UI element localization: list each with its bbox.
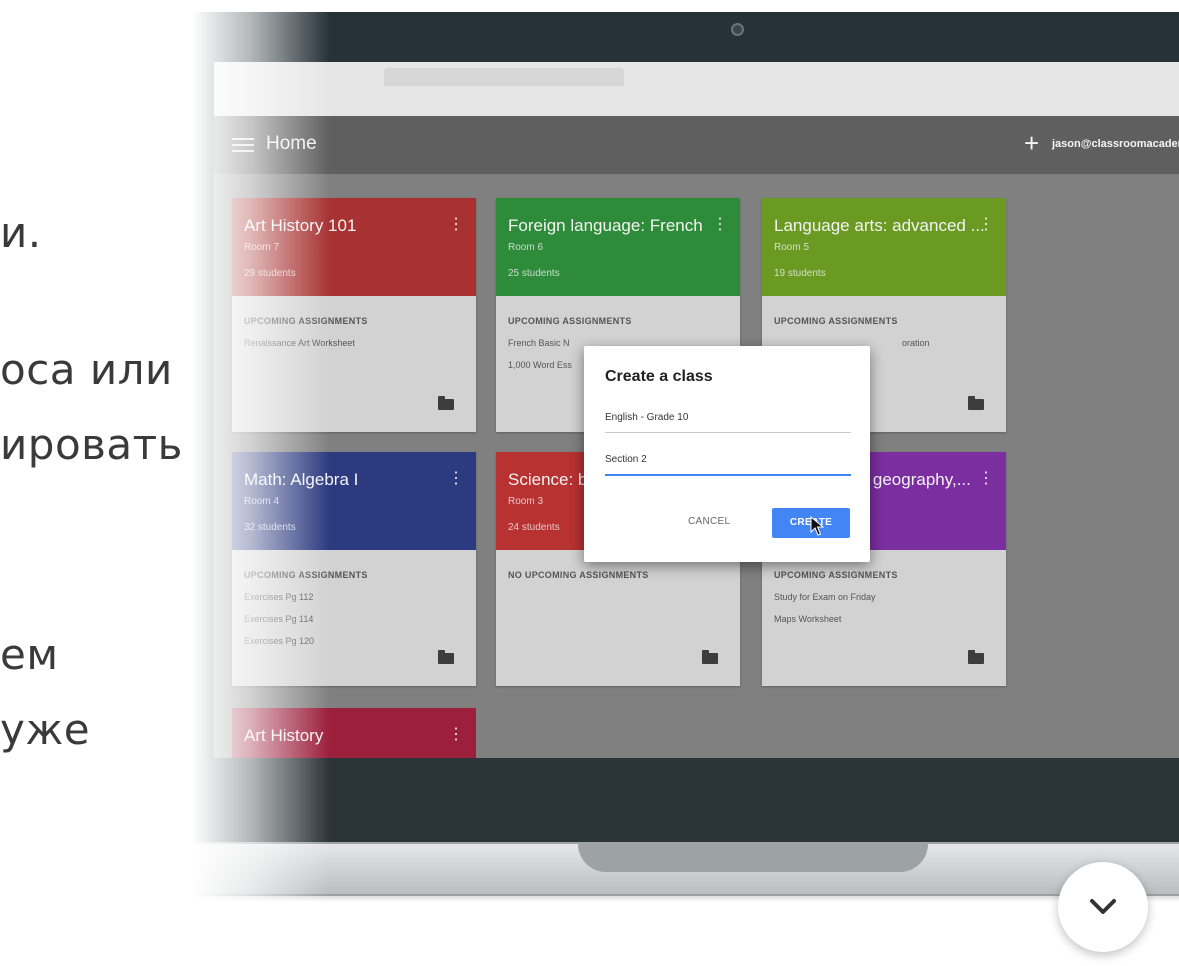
laptop-bezel (176, 758, 1179, 842)
menu-icon[interactable] (232, 138, 254, 152)
folder-icon[interactable] (968, 396, 984, 410)
card-section-head: UPCOMING ASSIGNMENTS (774, 570, 898, 580)
assignment-item[interactable]: French Basic N (508, 338, 570, 348)
card-section-head: UPCOMING ASSIGNMENTS (244, 570, 368, 580)
section-value: Section 2 (605, 454, 647, 465)
laptop-notch (578, 844, 928, 872)
assignment-item[interactable]: Maps Worksheet (774, 614, 841, 624)
card-room: Room 4 (244, 496, 280, 507)
promo-text-line: ем (0, 630, 59, 679)
laptop-shadow (40, 894, 1179, 902)
card-room: Room 7 (244, 242, 280, 253)
promo-text-line: и. (0, 208, 42, 257)
account-email[interactable]: jason@classroomacadem (1052, 138, 1179, 150)
card-room: Room 3 (508, 496, 544, 507)
card-section-head: UPCOMING ASSIGNMENTS (508, 316, 632, 326)
card-students: 29 students (244, 268, 296, 279)
card-header: Math: Algebra I Room 4 32 students ⋮ (232, 452, 476, 550)
assignment-item[interactable]: Exercises Pg 120 (244, 636, 314, 646)
assignment-item[interactable]: Exercises Pg 112 (244, 592, 313, 602)
card-room: Room 6 (508, 242, 544, 253)
more-vert-icon[interactable]: ⋮ (448, 214, 464, 234)
folder-icon[interactable] (438, 650, 454, 664)
cancel-button[interactable]: CANCEL (688, 516, 730, 527)
browser-chrome (214, 62, 1179, 117)
browser-tab[interactable] (384, 68, 624, 86)
card-title[interactable]: n: geography,... (854, 470, 1064, 490)
card-title[interactable]: Art History 101 (244, 216, 454, 236)
plus-icon[interactable]: + (1024, 128, 1039, 159)
scroll-down-button[interactable] (1058, 862, 1148, 952)
app-bar: Home + jason@classroomacadem (214, 116, 1179, 174)
create-class-dialog: Create a class English - Grade 10 Sectio… (584, 346, 870, 562)
promo-text-line: ировать (0, 420, 183, 469)
assignment-item[interactable]: oration (902, 338, 930, 348)
camera-icon (731, 23, 744, 36)
section-field[interactable]: Section 2 (605, 448, 851, 476)
card-title[interactable]: Math: Algebra I (244, 470, 454, 490)
more-vert-icon[interactable]: ⋮ (978, 468, 994, 488)
dialog-title: Create a class (605, 368, 713, 385)
card-title[interactable]: Language arts: advanced ... (774, 216, 984, 236)
laptop-base (20, 842, 1179, 896)
app-title: Home (266, 133, 317, 154)
assignment-item[interactable]: 1,000 Word Ess (508, 360, 572, 370)
card-students: 25 students (508, 268, 560, 279)
card-section-head: NO UPCOMING ASSIGNMENTS (508, 570, 649, 580)
class-card-algebra[interactable]: Math: Algebra I Room 4 32 students ⋮ UPC… (232, 452, 476, 686)
class-card-art-history[interactable]: Art History 101 Room 7 29 students ⋮ UPC… (232, 198, 476, 432)
card-students: 32 students (244, 522, 296, 533)
chevron-down-icon (1090, 899, 1116, 914)
assignment-item[interactable]: Study for Exam on Friday (774, 592, 876, 602)
card-title[interactable]: Art History (244, 726, 454, 746)
cursor-icon (810, 516, 824, 536)
promo-text-line: уже (0, 705, 91, 754)
card-section-head: UPCOMING ASSIGNMENTS (244, 316, 368, 326)
class-name-field[interactable]: English - Grade 10 (605, 406, 851, 433)
more-vert-icon[interactable]: ⋮ (448, 724, 464, 744)
card-title[interactable]: Foreign language: French (508, 216, 718, 236)
assignment-item[interactable]: Exercises Pg 114 (244, 614, 313, 624)
card-students: 24 students (508, 522, 560, 533)
card-header: Foreign language: French Room 6 25 stude… (496, 198, 740, 296)
card-header: Language arts: advanced ... Room 5 19 st… (762, 198, 1006, 296)
promo-text-line: оса или (0, 345, 173, 394)
assignment-item[interactable]: Renaissance Art Worksheet (244, 338, 355, 348)
card-section-head: UPCOMING ASSIGNMENTS (774, 316, 898, 326)
more-vert-icon[interactable]: ⋮ (448, 468, 464, 488)
more-vert-icon[interactable]: ⋮ (712, 214, 728, 234)
folder-icon[interactable] (702, 650, 718, 664)
class-name-value: English - Grade 10 (605, 412, 689, 423)
card-students: 19 students (774, 268, 826, 279)
folder-icon[interactable] (438, 396, 454, 410)
folder-icon[interactable] (968, 650, 984, 664)
card-header: Art History 101 Room 7 29 students ⋮ (232, 198, 476, 296)
card-room: Room 5 (774, 242, 810, 253)
laptop-screen: Home + jason@classroomacadem Art History… (214, 62, 1179, 758)
more-vert-icon[interactable]: ⋮ (978, 214, 994, 234)
class-card-art-history-2[interactable]: Art History ⋮ (232, 708, 476, 758)
